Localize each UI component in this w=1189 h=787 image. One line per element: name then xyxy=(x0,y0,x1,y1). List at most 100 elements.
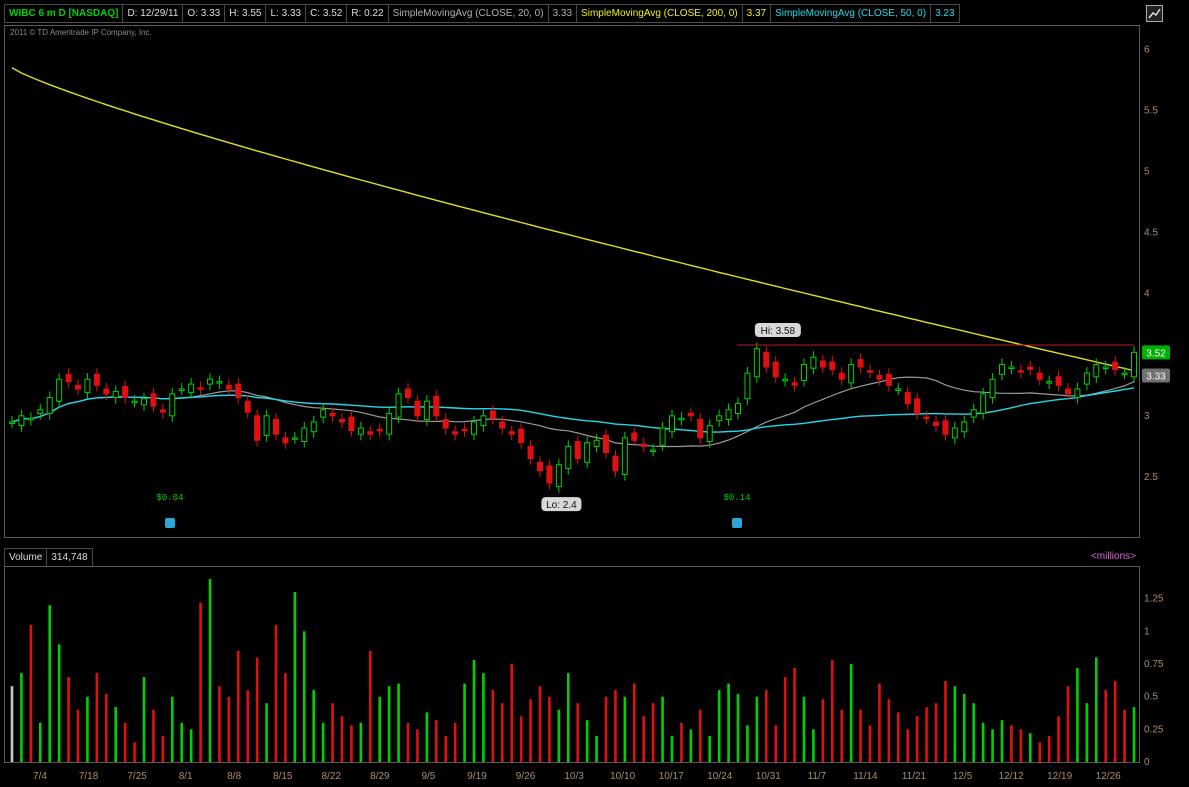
candle-body xyxy=(885,373,892,386)
candle-body xyxy=(697,419,704,439)
candle-body xyxy=(75,384,81,390)
volume-bar xyxy=(1094,657,1098,762)
candle-body xyxy=(376,428,383,432)
candle-body xyxy=(744,372,751,400)
volume-bar xyxy=(255,657,259,762)
candle-body xyxy=(867,370,873,373)
candle-body xyxy=(244,400,251,413)
candle-body xyxy=(678,417,685,421)
volume-bar xyxy=(585,720,589,762)
volume-bar xyxy=(1066,686,1070,762)
candle-body xyxy=(904,392,911,405)
candle-body xyxy=(546,465,553,484)
date-tick-label: 8/15 xyxy=(273,771,293,782)
candle-body xyxy=(763,351,770,368)
volume-bar xyxy=(698,709,702,762)
volume-bar xyxy=(623,696,627,762)
candle-body xyxy=(1112,361,1119,370)
date-tick-label: 11/14 xyxy=(853,771,878,782)
candle-body xyxy=(27,417,34,421)
price-tick-label: 2.5 xyxy=(1144,472,1158,483)
volume-bar xyxy=(915,716,919,762)
candle-body xyxy=(310,421,317,433)
volume-bar xyxy=(755,696,759,762)
date-tick-label: 10/17 xyxy=(659,771,684,782)
candle-body xyxy=(216,381,223,384)
volume-bar xyxy=(340,716,344,762)
price-tick-label: 5 xyxy=(1144,167,1150,178)
volume-tick-label: 1 xyxy=(1144,626,1150,637)
chart-canvas[interactable]: 65.554.543.532.51.2510.750.50.2507/47/18… xyxy=(0,0,1189,787)
candle-body xyxy=(93,373,100,386)
date-tick-label: 10/31 xyxy=(756,771,781,782)
volume-bar xyxy=(463,683,466,762)
volume-bar xyxy=(689,729,693,762)
volume-bar xyxy=(246,690,250,762)
volume-bar xyxy=(830,660,834,762)
volume-bar xyxy=(482,673,485,762)
volume-bar xyxy=(972,703,976,762)
volume-bar xyxy=(632,683,636,762)
volume-bar xyxy=(397,683,400,762)
candle-body xyxy=(414,400,421,417)
volume-bar xyxy=(849,664,853,762)
candle-body xyxy=(1055,376,1062,386)
candle-body xyxy=(669,415,675,433)
volume-bar xyxy=(236,650,240,762)
candle-body xyxy=(367,431,374,435)
volume-bar xyxy=(161,735,165,762)
volume-bar xyxy=(302,631,306,762)
volume-bar xyxy=(868,725,872,762)
candle-body xyxy=(197,387,204,390)
volume-bar xyxy=(284,673,287,762)
volume-bar xyxy=(321,722,325,762)
volume-bar xyxy=(293,592,297,762)
candle-body xyxy=(621,437,628,475)
volume-bar xyxy=(1047,735,1051,762)
candle-body xyxy=(612,455,619,472)
dividend-label: $0.04 xyxy=(156,493,183,503)
volume-bar xyxy=(29,624,33,762)
volume-bar xyxy=(764,690,768,762)
volume-tick-label: 0.5 xyxy=(1144,692,1158,703)
candle-body xyxy=(395,393,402,418)
volume-bar xyxy=(962,694,966,762)
candle-body xyxy=(895,388,902,391)
date-tick-label: 7/4 xyxy=(33,771,47,782)
candle-body xyxy=(1093,364,1100,378)
candle-body xyxy=(405,388,411,399)
candle-body xyxy=(122,386,129,399)
volume-bar xyxy=(218,686,221,762)
volume-bar xyxy=(20,673,23,762)
volume-bar xyxy=(199,602,202,762)
candle-body xyxy=(518,428,525,444)
volume-bar xyxy=(1057,716,1060,762)
candle-body xyxy=(631,432,638,441)
date-tick-label: 12/26 xyxy=(1096,771,1121,782)
volume-bar xyxy=(859,709,862,762)
candle-body xyxy=(207,378,213,385)
volume-tick-label: 0 xyxy=(1144,757,1150,768)
volume-bar xyxy=(312,690,316,762)
volume-bar xyxy=(368,650,372,762)
candle-body xyxy=(1065,388,1071,395)
candle-body xyxy=(103,388,110,395)
date-tick-label: 8/22 xyxy=(322,771,342,782)
volume-bar xyxy=(727,683,730,762)
date-tick-label: 11/21 xyxy=(902,771,927,782)
candle-body xyxy=(527,445,534,460)
volume-bar xyxy=(840,709,844,762)
volume-bar xyxy=(510,664,514,762)
volume-bar xyxy=(887,699,891,762)
candle-body xyxy=(819,360,826,368)
dividend-label: $0.14 xyxy=(723,493,750,503)
candle-body xyxy=(687,412,694,417)
volume-bar xyxy=(746,725,749,762)
price-tick-label: 4 xyxy=(1144,289,1150,300)
volume-bar xyxy=(1076,667,1079,762)
candle-body xyxy=(584,442,591,463)
candle-body xyxy=(471,421,477,435)
candle-body xyxy=(574,441,581,460)
date-tick-label: 9/19 xyxy=(467,771,487,782)
volume-bar xyxy=(152,709,155,762)
